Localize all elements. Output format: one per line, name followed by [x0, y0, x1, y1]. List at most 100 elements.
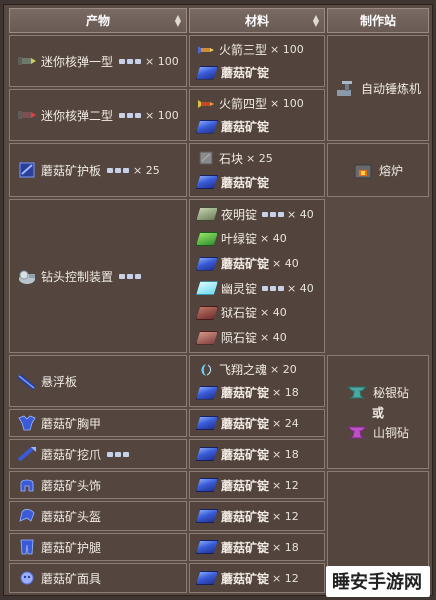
header-product[interactable]: 产物 ▲ ▼	[9, 8, 187, 33]
material-item: 蘑菇矿锭	[196, 116, 324, 138]
material-item: 蘑菇矿锭 × 24	[196, 412, 324, 434]
table-row-product: 蘑菇矿头饰	[9, 471, 187, 499]
mini-nuke-i-icon	[17, 53, 37, 69]
shroomite-bar-icon	[196, 65, 218, 80]
material-count: × 24	[272, 416, 299, 430]
material-name[interactable]: 蘑菇矿锭	[221, 174, 269, 191]
material-name[interactable]: 蘑菇矿锭	[221, 255, 269, 272]
material-name[interactable]: 蘑菇矿锭	[221, 446, 269, 463]
product-name[interactable]: 蘑菇矿挖爪	[41, 446, 101, 463]
shroomite-headgear-icon	[17, 477, 37, 493]
material-item: 陨石锭 × 40	[196, 327, 324, 349]
platform-icons	[107, 167, 130, 173]
mini-nuke-ii-icon	[17, 107, 37, 123]
product-name[interactable]: 迷你核弹一型	[41, 53, 113, 70]
material-name[interactable]: 蘑菇矿锭	[221, 118, 269, 135]
material-item: 蘑菇矿锭 × 40	[196, 253, 324, 275]
material-count: × 18	[272, 386, 299, 399]
station-cell: 自动锤炼机	[327, 35, 429, 141]
header-product-label: 产物	[85, 14, 110, 28]
recipe-table: 产物 ▲ ▼ 材料 ▲ ▼ 制作站 迷你核弹一型 × 100 火箭三型 × 100 …	[3, 4, 433, 596]
material-name[interactable]: 夜明锭	[221, 206, 257, 223]
material-name[interactable]: 幽灵锭	[221, 280, 257, 297]
material-count: × 12	[272, 509, 299, 523]
table-row-materials: 石块 × 25 蘑菇矿锭	[189, 143, 325, 197]
shroomite-mask-icon	[17, 570, 37, 586]
product-count: × 100	[145, 54, 179, 68]
material-item: 飞翔之魂 × 20	[196, 359, 324, 381]
product-name[interactable]: 蘑菇矿头饰	[41, 477, 101, 494]
table-row-materials: 火箭三型 × 100 蘑菇矿锭	[189, 35, 325, 87]
material-item: 幽灵锭 × 40	[196, 277, 324, 299]
material-count: × 40	[260, 232, 287, 246]
material-name[interactable]: 蘑菇矿锭	[221, 539, 269, 556]
shroomite-bar-icon	[196, 540, 218, 554]
sort-icon[interactable]: ▲ ▼	[313, 14, 319, 28]
luminite-bar-icon	[196, 207, 218, 222]
shroomite-bar-icon	[196, 175, 218, 189]
sort-icon[interactable]: ▲ ▼	[175, 14, 181, 28]
material-item: 蘑菇矿锭 × 18	[196, 382, 324, 404]
chlorophyte-bar-icon	[196, 231, 218, 246]
station-mythril-anvil: 秘银砧	[346, 384, 409, 401]
product-name[interactable]: 蘑菇矿头盔	[41, 508, 101, 525]
material-name[interactable]: 蘑菇矿锭	[221, 570, 269, 587]
station-name[interactable]: 熔炉	[379, 162, 403, 179]
shroomite-bar-icon	[196, 385, 218, 400]
material-name[interactable]: 火箭四型	[219, 95, 267, 112]
material-name[interactable]: 蘑菇矿锭	[221, 508, 269, 525]
material-name[interactable]: 狱石锭	[221, 304, 257, 321]
material-count: × 18	[272, 540, 299, 554]
material-name[interactable]: 火箭三型	[219, 41, 267, 58]
material-name[interactable]: 叶绿锭	[221, 230, 257, 247]
product-count: × 100	[145, 108, 179, 122]
material-item: 蘑菇矿锭 × 12	[196, 474, 324, 496]
soul-of-flight-icon	[196, 362, 216, 378]
material-name[interactable]: 蘑菇矿锭	[221, 415, 269, 432]
material-count: × 40	[272, 257, 299, 271]
shroomite-bar-icon	[196, 447, 218, 461]
stone-block-icon	[196, 150, 216, 166]
station-name[interactable]: 秘银砧	[373, 384, 409, 401]
shroomite-plating-icon	[17, 162, 37, 178]
material-item: 蘑菇矿锭 × 18	[196, 443, 324, 465]
product-name[interactable]: 钻头控制装置	[41, 268, 113, 285]
platform-icons	[119, 273, 142, 279]
product-name[interactable]: 迷你核弹二型	[41, 107, 113, 124]
material-name[interactable]: 蘑菇矿锭	[221, 384, 269, 401]
material-count: × 25	[246, 151, 273, 165]
product-name[interactable]: 蘑菇矿面具	[41, 570, 101, 587]
shroomite-helmet-icon	[17, 508, 37, 524]
hoverboard-icon	[17, 373, 37, 390]
rocket-iv-icon	[196, 96, 216, 112]
shroomite-leggings-icon	[17, 539, 37, 555]
table-row-product: 钻头控制装置	[9, 199, 187, 353]
table-row-product: 蘑菇矿头盔	[9, 501, 187, 531]
material-name[interactable]: 石块	[219, 150, 243, 167]
station-orichalcum-anvil: 山铜砧	[346, 424, 409, 441]
material-name[interactable]: 飞翔之魂	[219, 361, 267, 378]
material-name[interactable]: 蘑菇矿锭	[221, 477, 269, 494]
material-name[interactable]: 陨石锭	[221, 329, 257, 346]
material-item: 石块 × 25	[196, 147, 324, 169]
table-row-materials: 火箭四型 × 100 蘑菇矿锭	[189, 89, 325, 141]
table-row-materials: 蘑菇矿锭 × 12	[189, 563, 325, 593]
station-name[interactable]: 自动锤炼机	[361, 80, 421, 97]
material-count: × 100	[270, 97, 304, 110]
platform-icons	[119, 58, 142, 64]
station-name[interactable]: 山铜砧	[373, 424, 409, 441]
product-name[interactable]: 悬浮板	[41, 373, 77, 390]
material-name[interactable]: 蘑菇矿锭	[221, 64, 269, 81]
shroomite-bar-icon	[196, 571, 218, 585]
material-item: 蘑菇矿锭 × 12	[196, 567, 324, 589]
product-name[interactable]: 蘑菇矿胸甲	[41, 415, 101, 432]
product-name[interactable]: 蘑菇矿护板	[41, 162, 101, 179]
shroomite-breastplate-icon	[17, 415, 37, 431]
product-name[interactable]: 蘑菇矿护腿	[41, 539, 101, 556]
material-count: × 12	[272, 571, 299, 585]
header-materials[interactable]: 材料 ▲ ▼	[189, 8, 325, 33]
table-row-materials: 蘑菇矿锭 × 18	[189, 533, 325, 561]
table-row-materials: 飞翔之魂 × 20 蘑菇矿锭 × 18	[189, 355, 325, 407]
mythril-anvil-icon	[346, 384, 368, 400]
material-item: 夜明锭 × 40	[196, 203, 324, 225]
